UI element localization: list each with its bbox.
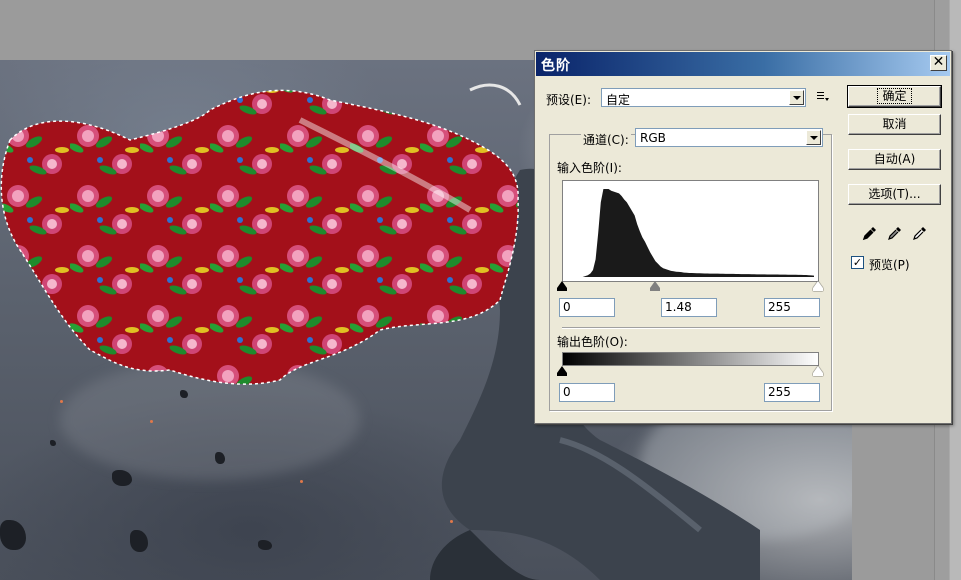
preset-menu-icon[interactable]: [816, 91, 830, 103]
histogram-area: [567, 189, 814, 277]
ok-button-label: 确定: [877, 88, 912, 104]
channel-value: RGB: [640, 131, 666, 145]
histogram: [562, 180, 819, 282]
options-button[interactable]: 选项(T)...: [848, 184, 941, 205]
dialog-title: 色阶: [541, 58, 571, 74]
white-eyedropper-icon[interactable]: [912, 225, 928, 241]
input-black-slider[interactable]: [557, 281, 567, 291]
output-white-slider[interactable]: [813, 366, 823, 376]
input-black-field[interactable]: 0: [559, 298, 615, 317]
cancel-button[interactable]: 取消: [848, 114, 941, 135]
input-gamma-field[interactable]: 1.48: [661, 298, 717, 317]
output-black-field[interactable]: 0: [559, 383, 615, 402]
preset-dropdown[interactable]: 自定: [601, 88, 806, 107]
output-levels-label: 输出色阶(O):: [557, 335, 628, 349]
close-button[interactable]: ✕: [930, 55, 947, 71]
input-gamma-slider[interactable]: [650, 281, 660, 291]
dialog-title-bar[interactable]: 色阶 ✕: [536, 52, 950, 76]
preview-label: 预览(P): [869, 258, 910, 272]
preset-value: 自定: [606, 93, 631, 107]
input-white-slider[interactable]: [813, 281, 823, 291]
gray-eyedropper-icon[interactable]: [887, 225, 903, 241]
input-white-field[interactable]: 255: [764, 298, 820, 317]
output-white-field[interactable]: 255: [764, 383, 820, 402]
auto-button[interactable]: 自动(A): [848, 149, 941, 170]
levels-dialog: 色阶 ✕ 预设(E): 自定 通道(C): RGB 输入色阶(I): 0 1.4…: [534, 50, 952, 424]
preview-checkbox[interactable]: ✓: [851, 256, 864, 269]
chevron-down-icon: [789, 90, 804, 105]
input-levels-label: 输入色阶(I):: [557, 161, 622, 175]
histogram-graph: [567, 189, 814, 277]
ok-button[interactable]: 确定: [847, 85, 942, 108]
chevron-down-icon: [806, 130, 821, 145]
channel-label: 通道(C):: [581, 131, 631, 148]
black-eyedropper-icon[interactable]: [862, 225, 878, 241]
levels-separator: [562, 327, 820, 329]
output-gradient-bar: [562, 352, 819, 366]
output-black-slider[interactable]: [557, 366, 567, 376]
channel-dropdown[interactable]: RGB: [635, 128, 823, 147]
preset-label: 预设(E):: [546, 93, 591, 107]
